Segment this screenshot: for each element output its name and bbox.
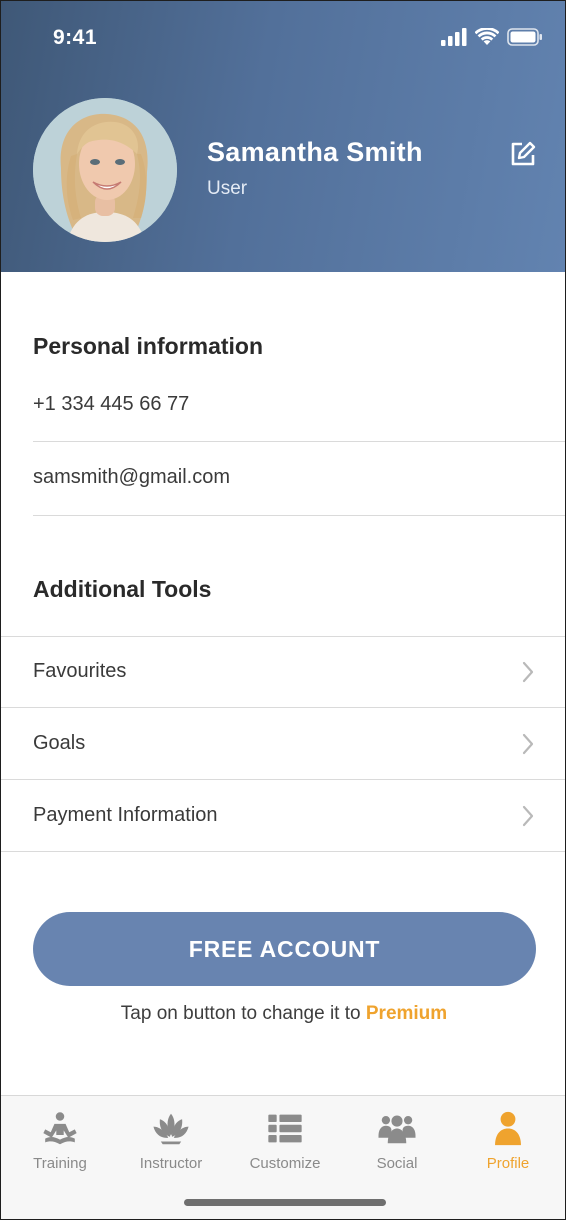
premium-link[interactable]: Premium [366, 1003, 447, 1024]
divider [1, 707, 565, 708]
tool-item-label: Goals [33, 732, 86, 754]
chevron-right-icon [522, 733, 534, 755]
list-icon [268, 1114, 302, 1143]
tab-customize[interactable]: Customize [230, 1110, 340, 1172]
wifi-icon [475, 28, 499, 45]
divider [33, 515, 565, 516]
tab-label: Customize [249, 1155, 321, 1172]
email-address: samsmith@gmail.com [33, 466, 231, 488]
additional-tools-title: Additional Tools [33, 576, 212, 602]
tab-training[interactable]: Training [5, 1110, 115, 1172]
person-icon [495, 1111, 521, 1146]
edit-icon [511, 141, 536, 166]
tab-social[interactable]: Social [342, 1110, 452, 1172]
tab-instructor[interactable]: Instructor [116, 1110, 226, 1172]
personal-info-title: Personal information [33, 333, 264, 359]
home-indicator [184, 1199, 386, 1206]
tool-item-payment-information[interactable]: Payment Information [1, 781, 565, 852]
status-icons [441, 27, 543, 47]
free-account-button[interactable]: FREE ACCOUNT [33, 912, 536, 986]
divider [1, 851, 565, 852]
lotus-icon [153, 1113, 189, 1145]
chevron-right-icon [522, 661, 534, 683]
upgrade-hint-text: Tap on button to change it to [120, 1003, 366, 1024]
group-icon [378, 1115, 416, 1144]
meditation-icon [43, 1112, 77, 1145]
profile-name: Samantha Smith [207, 137, 423, 167]
signal-icon [441, 28, 467, 46]
tool-item-goals[interactable]: Goals [1, 709, 565, 780]
tab-label: Training [33, 1155, 87, 1172]
phone-screen: 9:41 Samantha Smith User Personal inform… [0, 0, 566, 1220]
tab-label: Instructor [139, 1155, 203, 1172]
tab-profile[interactable]: Profile [453, 1110, 563, 1172]
upgrade-hint: Tap on button to change it to Premium [1, 1003, 565, 1025]
profile-role: User [207, 178, 248, 199]
tool-item-label: Favourites [33, 660, 127, 682]
divider [33, 441, 565, 442]
battery-icon [507, 28, 542, 46]
phone-number: +1 334 445 66 77 [33, 393, 190, 415]
status-time: 9:41 [53, 26, 98, 49]
tab-label: Profile [486, 1155, 530, 1172]
tool-item-favourites[interactable]: Favourites [1, 637, 565, 708]
edit-profile-button[interactable] [510, 141, 536, 167]
chevron-right-icon [522, 805, 534, 827]
tool-item-label: Payment Information [33, 804, 218, 826]
tab-label: Social [376, 1155, 418, 1172]
divider [1, 779, 565, 780]
profile-header: 9:41 Samantha Smith User [1, 1, 565, 272]
avatar [33, 98, 177, 242]
